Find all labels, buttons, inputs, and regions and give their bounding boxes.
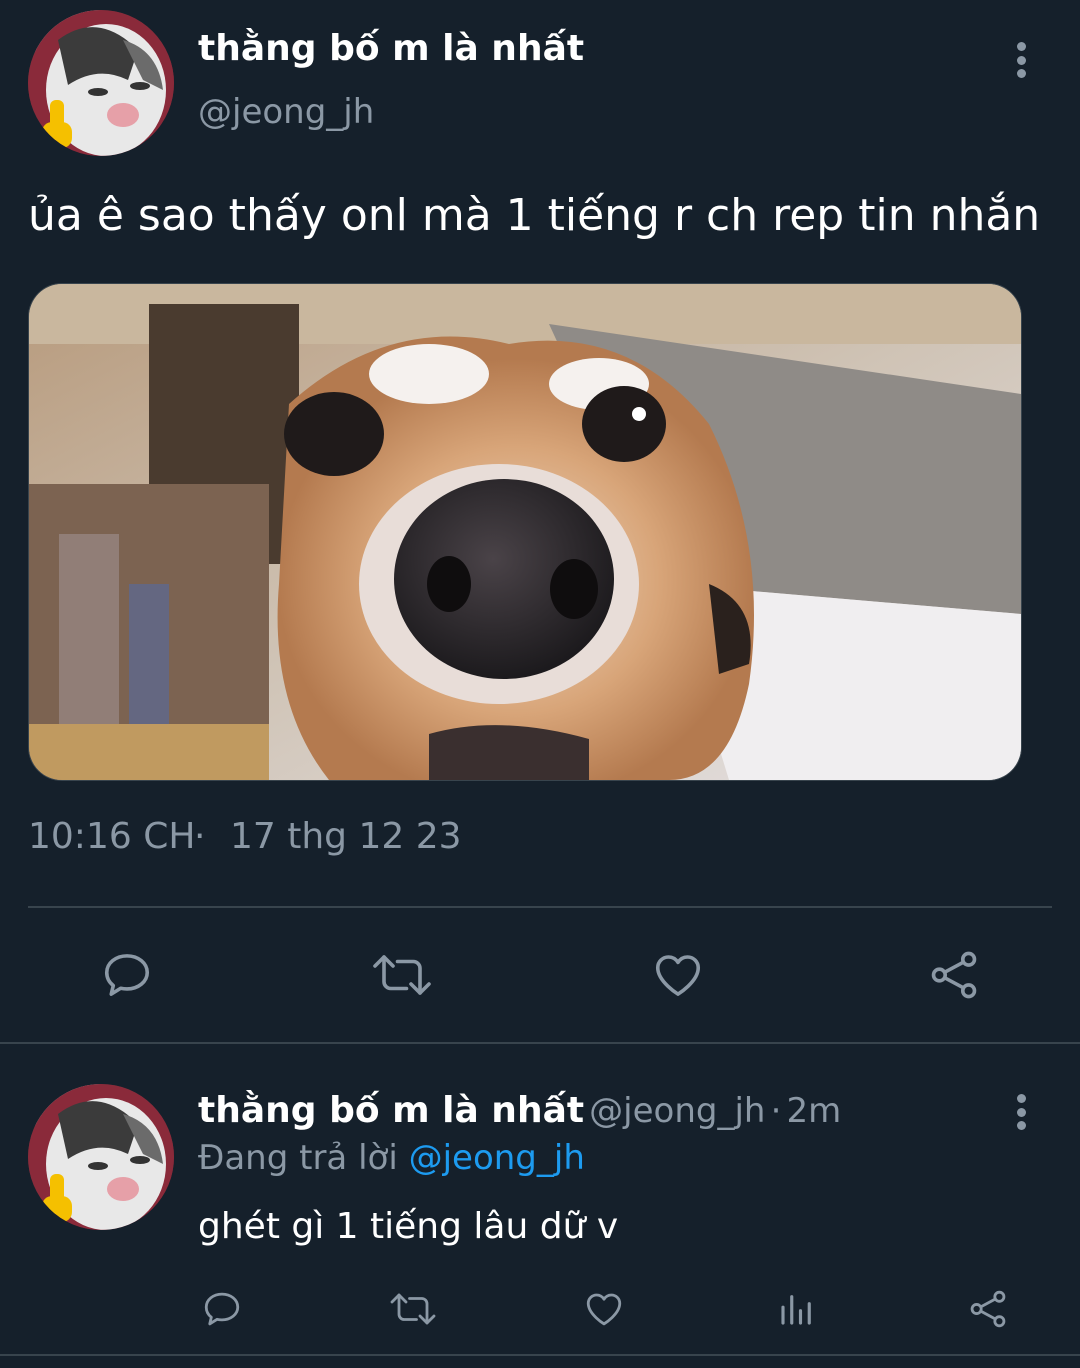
replying-to: Đang trả lời @jeong_jh [198, 1138, 585, 1178]
reply-header: thằng bố m là nhất @jeong_jh · 2m [198, 1090, 841, 1131]
reply-comment-icon[interactable] [200, 1288, 244, 1330]
reply-age[interactable]: 2m [786, 1091, 841, 1131]
author-avatar[interactable] [28, 10, 174, 156]
reply-author-handle[interactable]: @jeong_jh [589, 1091, 765, 1131]
reply-share-icon[interactable] [966, 1288, 1010, 1330]
reply-retweet-icon[interactable] [388, 1288, 438, 1330]
heart-icon[interactable] [650, 948, 706, 1002]
section-divider [0, 1042, 1080, 1044]
reply-author-name[interactable]: thằng bố m là nhất [198, 1090, 584, 1131]
tweet-date[interactable]: 17 thg 12 23 [230, 816, 462, 857]
replying-to-mention[interactable]: @jeong_jh [409, 1138, 585, 1178]
reply-author-avatar[interactable] [28, 1084, 174, 1230]
meta-separator: · [194, 816, 206, 857]
divider [28, 906, 1052, 908]
reply-heart-icon[interactable] [582, 1288, 626, 1330]
share-icon[interactable] [926, 948, 982, 1002]
author-name[interactable]: thằng bố m là nhất [198, 28, 584, 69]
tweet-media-image[interactable] [28, 283, 1022, 781]
tweet-time[interactable]: 10:16 CH [28, 816, 195, 857]
comment-icon[interactable] [100, 948, 154, 1002]
reply-separator: · [770, 1091, 782, 1131]
reply-text: ghét gì 1 tiếng lâu dữ v [198, 1206, 619, 1247]
more-options-icon[interactable] [1001, 40, 1041, 80]
author-handle[interactable]: @jeong_jh [198, 92, 374, 132]
retweet-icon[interactable] [370, 948, 434, 1002]
analytics-icon[interactable] [776, 1288, 818, 1330]
replying-to-label: Đang trả lời [198, 1138, 398, 1178]
bottom-divider [0, 1354, 1080, 1356]
reply-more-options-icon[interactable] [1001, 1092, 1041, 1132]
tweet-text: ủa ê sao thấy onl mà 1 tiếng r ch rep ti… [28, 190, 1041, 241]
